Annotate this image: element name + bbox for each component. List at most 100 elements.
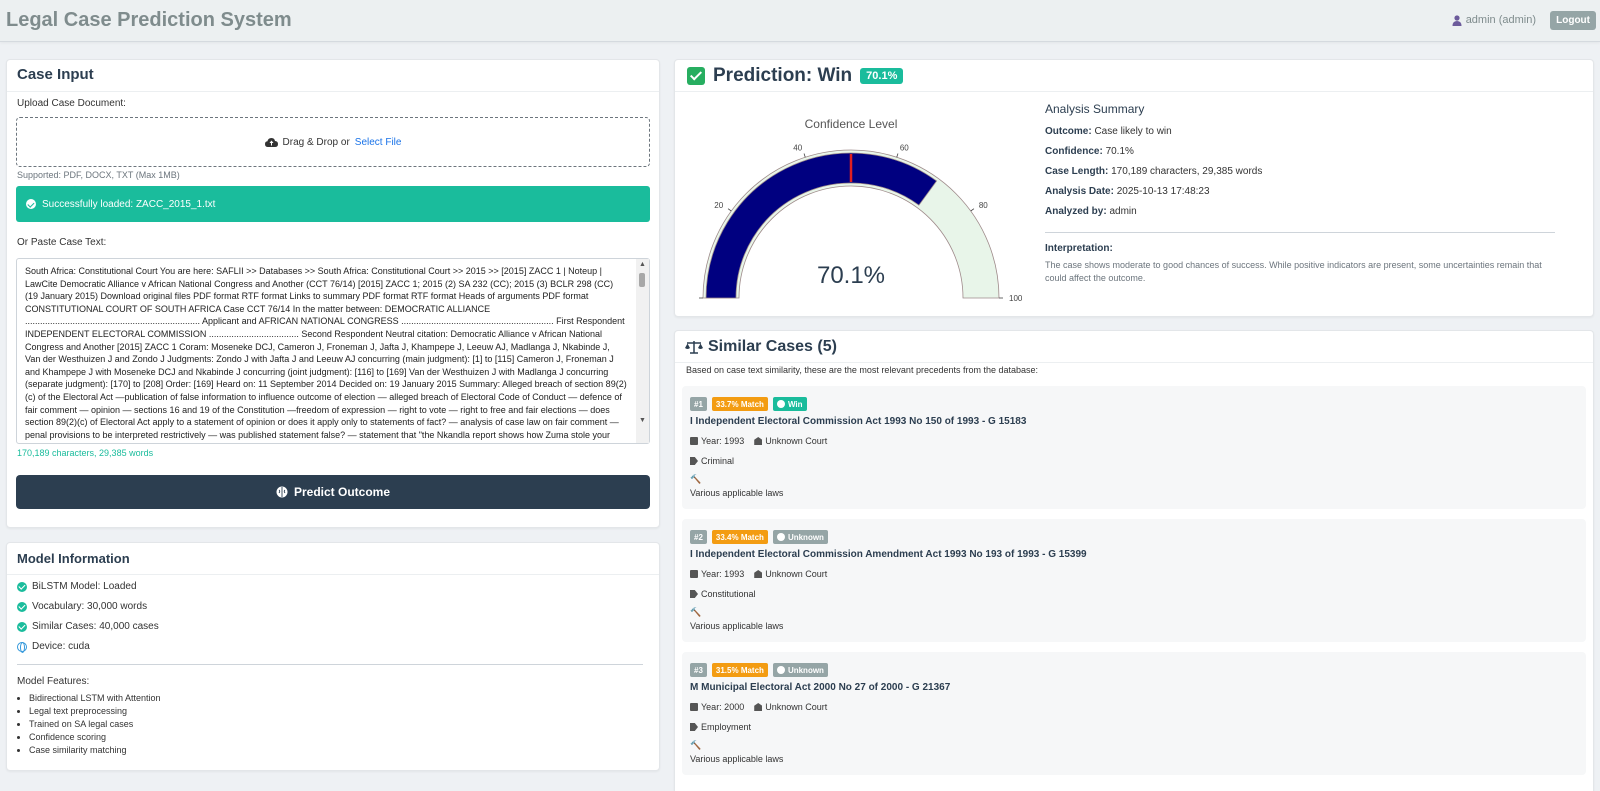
file-dropzone[interactable]: Drag & Drop or Select File [16,117,650,167]
match-badge: 33.7% Match [711,397,768,411]
drop-text: Drag & Drop or [282,136,350,148]
calendar-icon [690,703,698,711]
summary-value: 70.1% [1105,146,1134,157]
paste-label: Or Paste Case Text: [17,237,107,248]
summary-confidence: Confidence: 70.1% [1045,146,1555,166]
case-meta: Year: 1993 Unknown Court [690,569,827,579]
calendar-icon [690,570,698,578]
case-year: Year: 2000 [701,702,745,712]
check-circle-icon [17,621,27,632]
logout-button[interactable]: Logout [1550,11,1596,30]
top-bar: Legal Case Prediction System admin (admi… [0,0,1600,42]
gavel-icon: 🔨 [690,740,702,750]
case-meta: Year: 1993 Unknown Court [690,436,827,446]
status-row: Vocabulary: 30,000 words [17,601,147,612]
summary-analyzed-by: Analyzed by: admin [1045,206,1555,226]
status-row: Device: cuda [17,641,90,653]
brain-icon [276,486,288,498]
summary-value: admin [1109,206,1137,217]
status-row: BiLSTM Model: Loaded [17,581,137,592]
similar-cases-intro: Based on case text similarity, these are… [686,365,1039,375]
case-badges: #1 33.7% Match Win [690,397,807,411]
case-input-card: Case Input Upload Case Document: Drag & … [6,59,660,528]
court-icon [754,570,763,578]
outcome-text: Win [787,399,803,409]
similar-case-item[interactable]: #3 31.5% Match Unknown M Municipal Elect… [682,652,1586,775]
gauge-tick-mark [727,208,732,212]
globe-icon [17,641,27,653]
case-text-area[interactable]: South Africa: Constitutional Court You a… [16,258,650,444]
case-title[interactable]: M Municipal Electoral Act 2000 No 27 of … [690,682,950,693]
case-rank-badge: #2 [690,530,707,544]
check-circle-icon [17,581,27,592]
gauge-tick-label: 100 [1009,294,1023,303]
gauge-svg: Confidence Level 0 20 40 60 80 100 70.1% [689,117,1023,303]
supported-formats: Supported: PDF, DOCX, TXT (Max 1MB) [17,170,180,180]
similar-case-item[interactable]: #2 33.4% Match Unknown I Independent Ele… [682,519,1586,642]
case-year: Year: 1993 [701,436,745,446]
gauge-tick-mark [896,153,899,158]
summary-key: Confidence: [1045,146,1103,157]
gauge-tick-label: 60 [900,144,909,153]
tag-icon [690,590,698,598]
balance-scale-icon [685,340,703,354]
summary-value: 2025-10-13 17:48:23 [1116,186,1210,197]
summary-length: Case Length: 170,189 characters, 29,385 … [1045,166,1555,186]
case-court: Unknown Court [765,436,828,446]
text-scrollbar[interactable]: ▲ ▼ [636,259,649,443]
similar-cases-header: Similar Cases (5) [675,331,1593,363]
summary-value: 170,189 characters, 29,385 words [1111,166,1263,177]
case-year: Year: 1993 [701,569,745,579]
user-name: admin (admin) [1465,14,1536,26]
case-category: Criminal [690,456,734,466]
case-title[interactable]: I Independent Electoral Commission Act 1… [690,416,1026,427]
case-laws: Various applicable laws [690,754,784,764]
gauge-tick-label: 20 [714,201,723,210]
court-icon [754,703,763,711]
case-badges: #3 31.5% Match Unknown [690,663,828,677]
select-file-link[interactable]: Select File [355,137,402,148]
similar-case-item[interactable]: #1 33.7% Match Win I Independent Elector… [682,386,1586,509]
case-laws: Various applicable laws [690,488,784,498]
summary-date: Analysis Date: 2025-10-13 17:48:23 [1045,186,1555,206]
app-title: Legal Case Prediction System [6,9,292,31]
category-text: Employment [701,722,752,732]
summary-key: Case Length: [1045,166,1109,177]
scroll-up-icon[interactable]: ▲ [639,261,646,268]
case-meta: Year: 2000 Unknown Court [690,702,827,712]
check-square-icon [687,66,705,85]
outcome-badge: Win [772,397,807,411]
feature-item: Legal text preprocessing [29,705,161,718]
scroll-down-icon[interactable]: ▼ [639,417,646,424]
calendar-icon [690,437,698,445]
success-message: Successfully loaded: ZACC_2015_1.txt [42,198,216,210]
gauge-tick-label: 40 [793,144,802,153]
summary-key: Outcome: [1045,126,1092,137]
feature-item: Confidence scoring [29,731,161,744]
case-title[interactable]: I Independent Electoral Commission Amend… [690,549,1087,560]
upload-label: Upload Case Document: [17,98,126,109]
case-court: Unknown Court [765,702,828,712]
predict-outcome-button[interactable]: Predict Outcome [16,475,650,509]
match-badge: 33.4% Match [711,530,768,544]
confidence-badge: 70.1% [860,67,904,84]
user-icon [1452,14,1462,26]
feature-item: Bidirectional LSTM with Attention [29,692,161,705]
scroll-thumb[interactable] [639,273,645,287]
gauge-tick-mark [970,208,975,212]
model-info-card: Model Information BiLSTM Model: Loaded V… [6,542,660,771]
prediction-header: Prediction: Win 70.1% [675,60,1593,92]
gavel-icon: 🔨 [690,607,702,617]
category-text: Constitutional [701,589,756,599]
feature-item: Case similarity matching [29,744,161,757]
check-circle-icon [26,199,36,209]
outcome-text: Unknown [787,665,824,675]
case-category: Employment [690,722,751,732]
cloud-upload-icon [264,138,278,147]
status-text: Vocabulary: 30,000 words [32,601,148,612]
case-rank-badge: #1 [690,397,707,411]
circle-icon [776,533,785,541]
predict-label: Predict Outcome [293,485,391,499]
gauge-title: Confidence Level [805,117,898,131]
case-court: Unknown Court [765,569,828,579]
